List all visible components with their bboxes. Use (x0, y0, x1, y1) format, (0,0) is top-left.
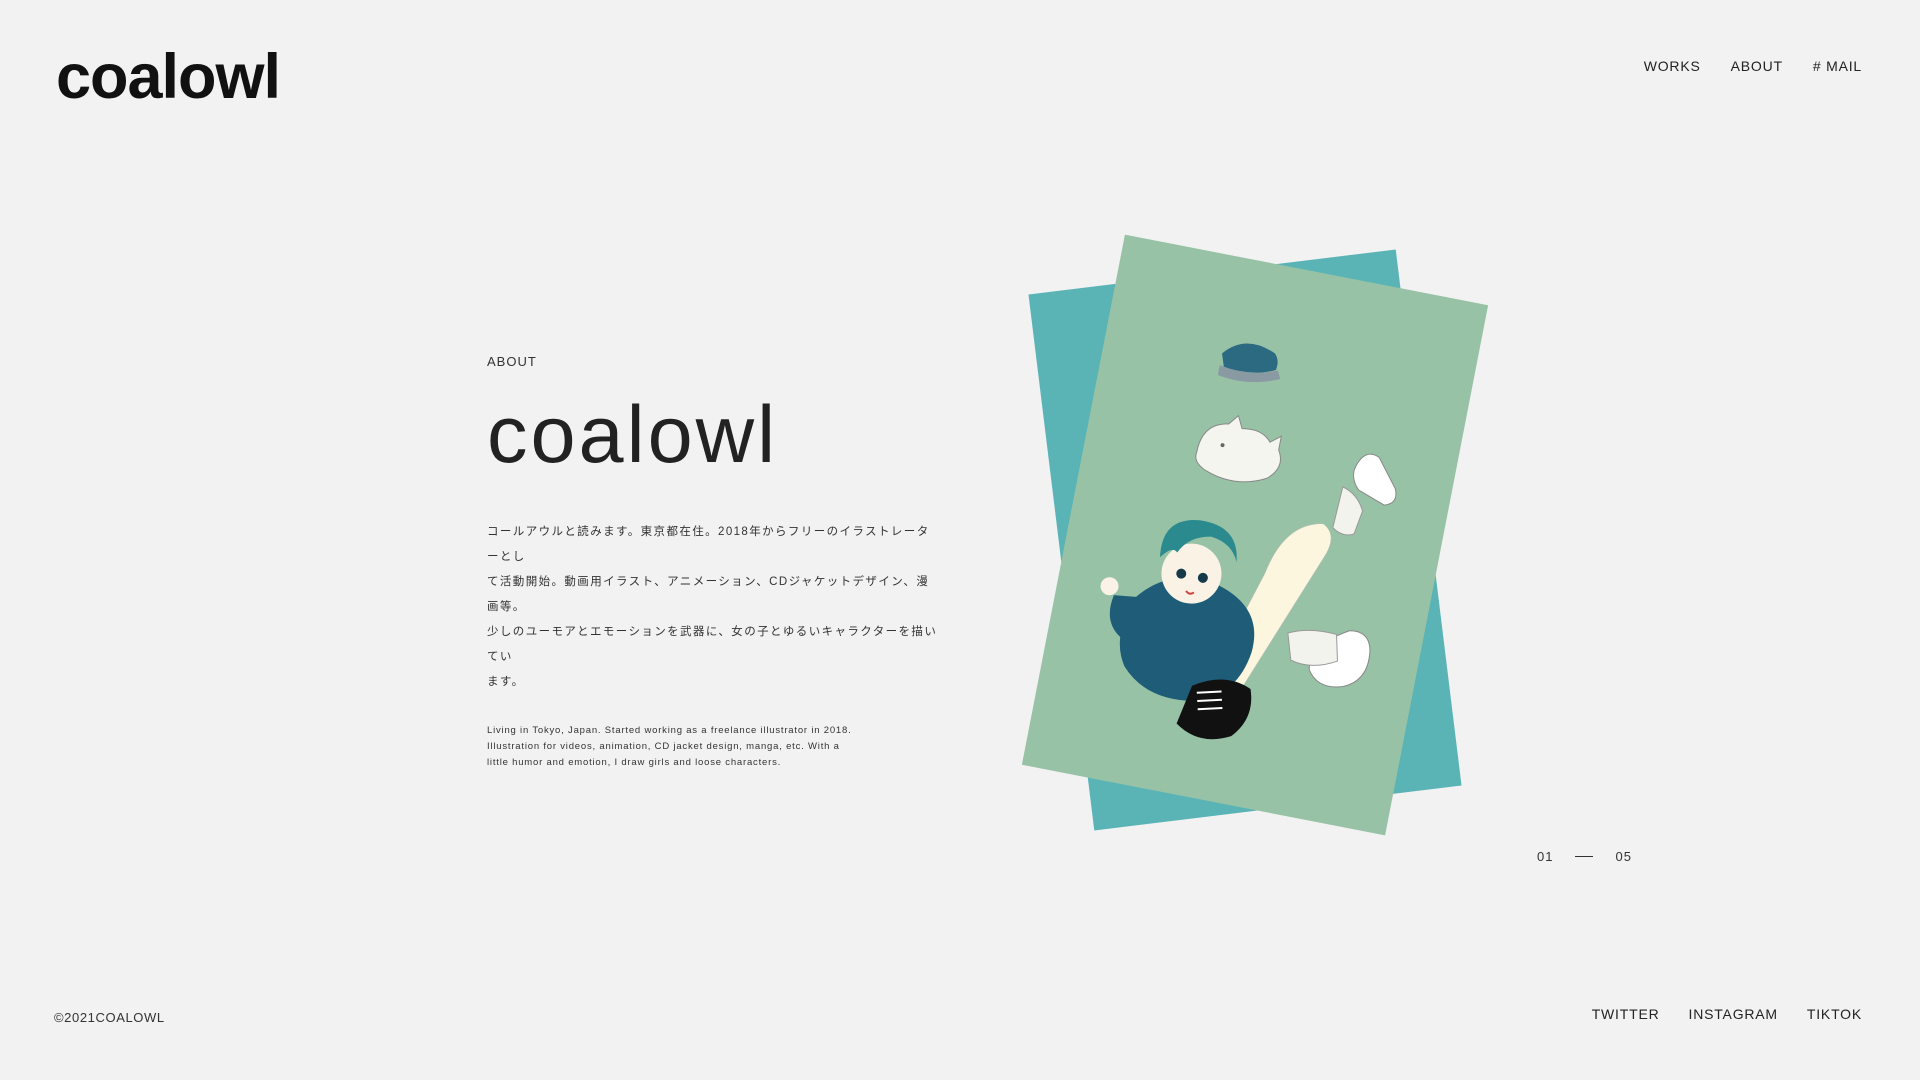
artwork-stack (1010, 230, 1510, 860)
twitter-link[interactable]: TWITTER (1592, 1006, 1660, 1022)
tiktok-link[interactable]: TIKTOK (1807, 1006, 1862, 1022)
copyright-text: ©2021COALOWL (54, 1010, 165, 1025)
social-nav: TWITTER INSTAGRAM TIKTOK (1592, 1006, 1862, 1022)
slide-pager: 01 05 (1537, 849, 1632, 864)
bio-en-line: Illustration for videos, animation, CD j… (487, 741, 840, 753)
nav-works-link[interactable]: WORKS (1644, 58, 1701, 74)
bio-en-line: little humor and emotion, I draw girls a… (487, 757, 782, 769)
nav-about-link[interactable]: ABOUT (1731, 58, 1783, 74)
bio-jp-line: 少しのユーモアとエモーションを武器に、女の子とゆるいキャラクターを描いてい (487, 626, 938, 664)
pager-divider (1575, 856, 1594, 857)
about-title: coalowl (487, 390, 779, 480)
bio-en-line: Living in Tokyo, Japan. Started working … (487, 725, 852, 737)
bio-jp-line: コールアウルと読みます。東京都在住。2018年からフリーのイラストレーターとし (487, 526, 930, 564)
about-section: ABOUT coalowl コールアウルと読みます。東京都在住。2018年からフ… (487, 354, 967, 771)
nav-mail-link[interactable]: # MAIL (1813, 58, 1862, 74)
instagram-link[interactable]: INSTAGRAM (1689, 1006, 1778, 1022)
bio-jp-line: ます。 (487, 676, 525, 689)
section-eyebrow: ABOUT (487, 354, 537, 369)
pager-total: 05 (1615, 849, 1632, 864)
site-logo[interactable]: coalowl (56, 46, 281, 109)
bio-jp-line: て活動開始。動画用イラスト、アニメーション、CDジャケットデザイン、漫画等。 (487, 576, 930, 614)
bio-english: Living in Tokyo, Japan. Started working … (487, 723, 867, 771)
bio-japanese: コールアウルと読みます。東京都在住。2018年からフリーのイラストレーターとし … (487, 520, 942, 695)
pager-current: 01 (1537, 849, 1554, 864)
about-page: coalowl WORKS ABOUT # MAIL ABOUT coalowl… (0, 0, 1920, 1080)
main-nav: WORKS ABOUT # MAIL (1644, 58, 1862, 74)
